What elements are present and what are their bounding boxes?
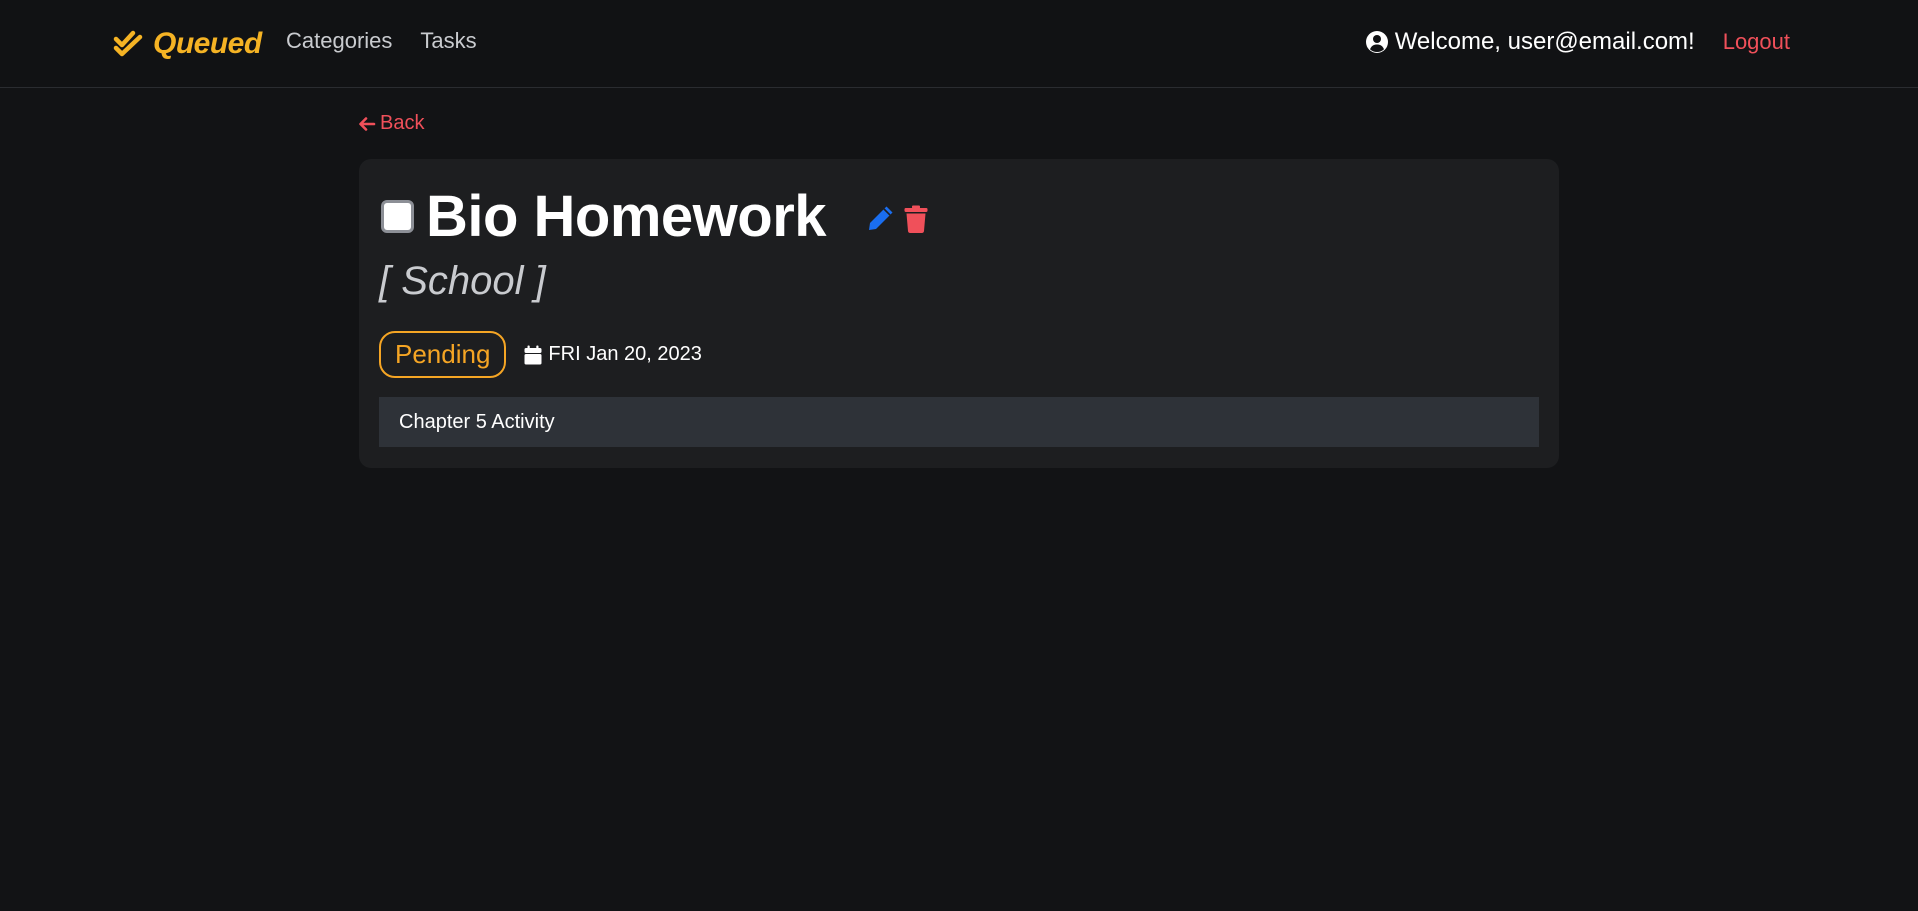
task-card: Bio Homework [ School ] Pending FRI Jan … xyxy=(359,159,1559,468)
welcome-text: Welcome, user@email.com! xyxy=(1394,28,1695,55)
task-meta: Pending FRI Jan 20, 2023 xyxy=(379,331,702,378)
due-date-text: FRI Jan 20, 2023 xyxy=(548,343,702,365)
user-circle-icon xyxy=(1365,31,1388,53)
due-date: FRI Jan 20, 2023 xyxy=(524,343,702,366)
task-title: Bio Homework xyxy=(426,184,827,249)
nav-link-categories[interactable]: Categories xyxy=(286,28,392,54)
nav-links: Categories Tasks xyxy=(286,28,477,54)
arrow-left-icon xyxy=(359,116,376,131)
welcome-message: Welcome, user@email.com! xyxy=(1365,28,1695,56)
brand-logo-link[interactable]: Queued xyxy=(113,24,262,64)
brand-name: Queued xyxy=(153,27,262,60)
navbar: Queued Categories Tasks Welcome, user@em… xyxy=(0,0,1918,88)
task-description: Chapter 5 Activity xyxy=(379,397,1539,447)
back-label: Back xyxy=(380,112,425,134)
nav-link-tasks[interactable]: Tasks xyxy=(420,28,476,54)
double-check-icon xyxy=(113,30,143,57)
pencil-icon[interactable] xyxy=(864,203,896,235)
task-complete-checkbox[interactable] xyxy=(381,200,414,233)
logout-link[interactable]: Logout xyxy=(1723,29,1790,55)
back-link[interactable]: Back xyxy=(358,112,424,135)
trash-icon[interactable] xyxy=(900,203,932,235)
nav-right: Welcome, user@email.com! Logout xyxy=(1365,28,1790,56)
calendar-icon xyxy=(524,345,542,364)
task-category: [ School ] xyxy=(379,259,546,303)
status-badge: Pending xyxy=(379,331,507,378)
task-title-row: Bio Homework xyxy=(381,183,932,250)
task-actions xyxy=(864,203,932,235)
